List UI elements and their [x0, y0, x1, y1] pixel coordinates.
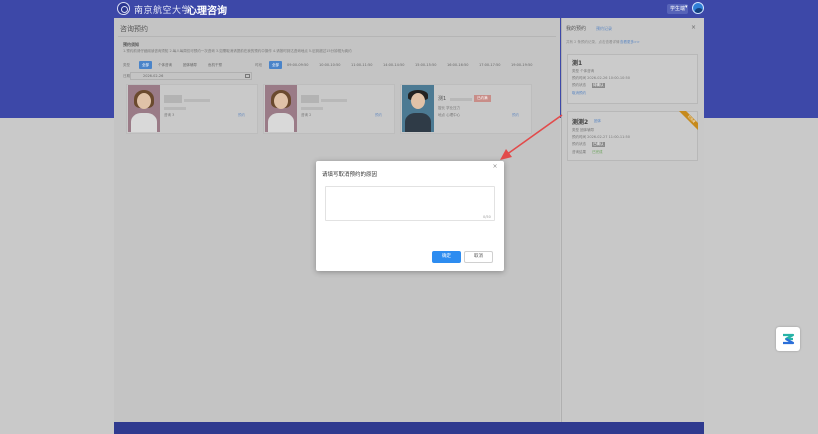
- university-name: 南京航空大学: [134, 6, 192, 16]
- counselor-info: 咨询 2: [301, 113, 312, 117]
- type-tag-group[interactable]: 团体辅导: [180, 61, 200, 69]
- appointment-status-label: 预约状态: [572, 83, 586, 87]
- status-badge: 已确认: [592, 142, 605, 147]
- appointment-time: 预约时间 2026-02-27 11:00-11:50: [572, 135, 631, 139]
- confirm-button[interactable]: 确定: [432, 251, 461, 263]
- date-filter-label: 日期: [123, 74, 130, 78]
- status-badge: 已约满: [474, 95, 491, 102]
- book-link[interactable]: 预约: [375, 113, 382, 118]
- appointment-time: 预约时间 2026-02-26 10:00-10:50: [572, 76, 631, 80]
- completed-ribbon: 已完成: [676, 111, 698, 133]
- time-tag-1000[interactable]: 10:00-10:50: [316, 61, 343, 69]
- counselor-name: 测1: [438, 96, 447, 102]
- appointment-tag: 团体: [594, 119, 601, 123]
- page-title: 咨询预约: [120, 25, 148, 33]
- assistant-logo-icon: [783, 333, 795, 345]
- counselor-info-blurred: [321, 99, 347, 102]
- app-title: 心理咨询: [187, 6, 227, 17]
- book-link[interactable]: 预约: [512, 113, 519, 118]
- appointment-status-label: 预约状态: [572, 142, 586, 146]
- counselor-info-blurred: [184, 99, 210, 102]
- counselor-name-blurred: [301, 95, 319, 103]
- counselor-info: 擅长 学业压力: [438, 106, 461, 110]
- cancel-button[interactable]: 取消: [464, 251, 493, 263]
- time-tag-1700[interactable]: 17:00-17:50: [476, 61, 503, 69]
- avatar[interactable]: [692, 2, 704, 14]
- dialog-title: 请填写取消预约的原因: [322, 172, 378, 178]
- type-tag-all[interactable]: 全部: [139, 61, 152, 69]
- type-tag-crisis[interactable]: 危机干预: [205, 61, 225, 69]
- counselor-name-blurred: [164, 95, 182, 103]
- appointment-type: 类型 团体辅导: [572, 128, 595, 132]
- appointment-name: 测测2: [572, 119, 589, 126]
- time-filter-label: 时段: [255, 63, 262, 67]
- time-tag-1400[interactable]: 14:00-14:50: [380, 61, 407, 69]
- notice-title: 预约须知: [123, 42, 139, 47]
- appointment-type: 类型 个体咨询: [572, 69, 595, 73]
- status-badge: 待确认: [592, 83, 605, 88]
- university-emblem-icon: [117, 2, 130, 15]
- char-counter: 0/50: [483, 215, 491, 219]
- counselor-photo: [265, 85, 297, 132]
- time-tag-0900[interactable]: 09:00-09:50: [284, 61, 311, 69]
- appointment-name: 测1: [572, 60, 583, 67]
- type-tag-individual[interactable]: 个体咨询: [155, 61, 175, 69]
- divider: [118, 36, 556, 37]
- time-tag-all[interactable]: 全部: [269, 61, 282, 69]
- cancel-appointment-link[interactable]: 取消预约: [572, 91, 586, 96]
- calendar-icon[interactable]: [245, 74, 250, 78]
- chevron-down-icon[interactable]: ▾: [685, 4, 688, 10]
- time-tag-1600[interactable]: 16:00-16:50: [444, 61, 471, 69]
- book-link[interactable]: 预约: [238, 113, 245, 118]
- counselor-photo: [128, 85, 160, 132]
- counselor-info: 咨询 3: [164, 113, 175, 117]
- time-tag-1500[interactable]: 15:00-15:50: [412, 61, 439, 69]
- counselor-info-blurred: [164, 107, 186, 110]
- counselor-info-blurred: [450, 98, 472, 101]
- counselor-info-blurred: [301, 107, 323, 110]
- time-tag-1100[interactable]: 11:00-11:50: [348, 61, 375, 69]
- appointment-result-label: 咨询结果: [572, 150, 586, 154]
- floating-assistant-button[interactable]: [776, 327, 800, 351]
- time-tag-1900[interactable]: 19:00-19:50: [508, 61, 535, 69]
- cancel-reason-input[interactable]: [325, 186, 495, 221]
- close-icon[interactable]: ×: [491, 163, 499, 171]
- date-picker[interactable]: 2026-02-26: [130, 72, 252, 80]
- view-more-link[interactable]: 查看更多>>: [620, 40, 640, 45]
- tab-records[interactable]: 预约记录: [596, 26, 612, 32]
- footer-bar: [114, 422, 704, 434]
- counselor-info: 地点 心理中心: [438, 113, 461, 117]
- sidebar-hint: 共有 2 条预约记录，点击查看详情: [566, 40, 620, 44]
- counselor-photo: [402, 85, 434, 132]
- sidebar-title: 我的预约: [566, 26, 587, 32]
- appointment-result: 已完成: [592, 150, 603, 154]
- notice-text: 1.预约前请仔细阅读咨询须知 2.每人每周仅可预约一次咨询 3.如需取消请提前在…: [123, 49, 352, 53]
- type-filter-label: 类型: [123, 63, 130, 67]
- close-icon[interactable]: ×: [691, 24, 696, 31]
